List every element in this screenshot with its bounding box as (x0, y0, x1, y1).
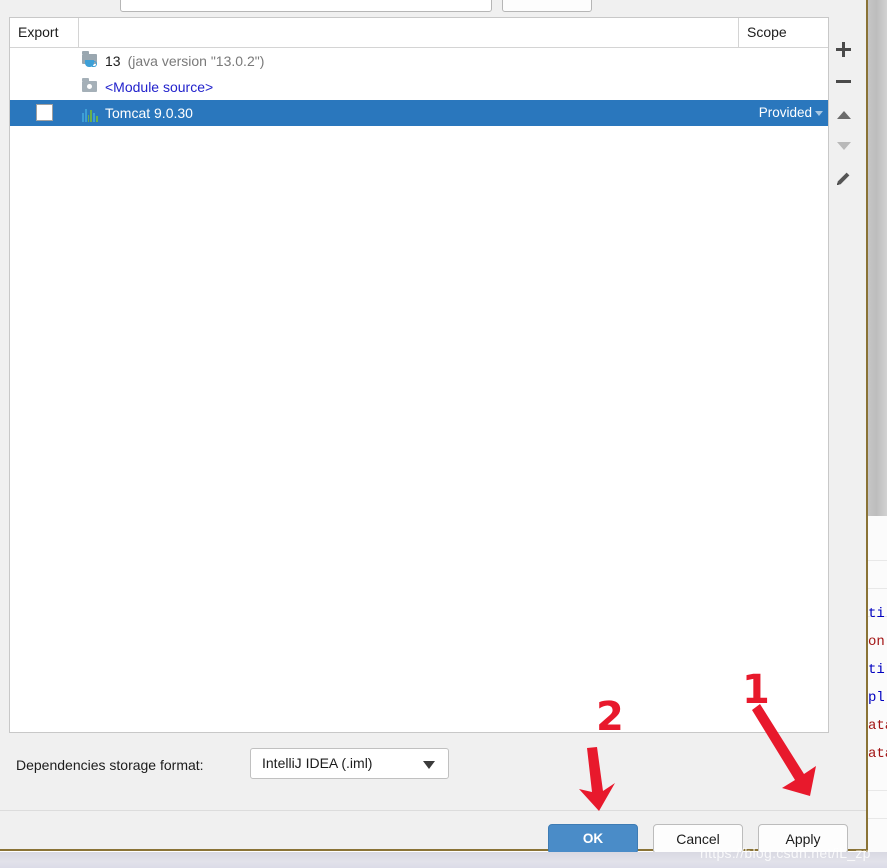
library-icon (82, 104, 98, 122)
editor-scrollbar-thumb[interactable] (868, 0, 887, 516)
code-fragment: ti (868, 606, 885, 622)
annotation-arrow-to-apply (752, 704, 816, 796)
export-checkbox[interactable] (36, 104, 53, 121)
dependency-name-cell: 13 (java version "13.0.2") (78, 48, 264, 74)
table-body: 13 (java version "13.0.2") <Module sourc… (10, 48, 828, 732)
scope-value: Provided (758, 105, 812, 120)
scope-cell[interactable] (738, 48, 829, 74)
apply-button[interactable]: Apply (758, 824, 848, 854)
module-name-input[interactable] (120, 0, 492, 12)
dependencies-storage-bar: Dependencies storage format: IntelliJ ID… (0, 733, 866, 810)
module-dependencies-dialog: Export Scope 13 (java version "13.0.2") (0, 17, 866, 854)
editor-rowline (868, 588, 887, 589)
editor-rowline (868, 790, 887, 791)
export-cell[interactable] (10, 100, 78, 126)
jdk-icon (82, 51, 98, 69)
dependency-name: <Module source> (105, 79, 214, 95)
desktop-background (0, 852, 887, 868)
annotation-number-2: 2 (596, 694, 624, 740)
dependency-name: 13 (105, 53, 121, 69)
code-fragment: on (868, 634, 885, 650)
dialog-top-strip (0, 0, 866, 17)
minus-icon (836, 80, 851, 83)
column-header-scope[interactable]: Scope (738, 18, 829, 47)
arrow-down-icon (837, 142, 851, 150)
export-cell[interactable] (10, 48, 78, 74)
annotation-arrow-to-ok (579, 747, 615, 811)
remove-dependency-button[interactable] (829, 67, 858, 96)
move-up-button[interactable] (829, 100, 858, 129)
top-secondary-button[interactable] (502, 0, 592, 12)
column-header-name[interactable] (78, 18, 738, 47)
editor-rowline (868, 818, 887, 819)
dialog-right-border (866, 0, 868, 852)
code-fragment: ata (868, 746, 887, 762)
add-dependency-button[interactable] (829, 35, 858, 64)
chevron-down-icon (815, 110, 823, 116)
cancel-button[interactable]: Cancel (653, 824, 743, 854)
editor-row-strip (868, 516, 887, 852)
edit-dependency-button[interactable] (829, 164, 858, 193)
pencil-icon (837, 172, 850, 185)
code-fragment: ti (868, 662, 885, 678)
dependencies-table: Export Scope 13 (java version "13.0.2") (9, 17, 829, 733)
editor-rowline (868, 560, 887, 561)
export-cell[interactable] (10, 74, 78, 100)
arrow-up-icon (837, 111, 851, 119)
chevron-down-icon (423, 761, 435, 769)
move-down-button[interactable] (829, 131, 858, 160)
dialog-footer: OK Cancel Apply (0, 811, 866, 854)
module-source-icon (82, 78, 98, 95)
table-row[interactable]: 13 (java version "13.0.2") (10, 48, 828, 74)
scope-cell[interactable]: Provided (738, 100, 829, 126)
table-row[interactable]: <Module source> (10, 74, 828, 100)
scope-cell[interactable] (738, 74, 829, 100)
plus-icon (842, 42, 845, 57)
table-row[interactable]: Tomcat 9.0.30 Provided (10, 100, 828, 126)
dependency-name-cell: <Module source> (78, 74, 213, 100)
dependencies-storage-select[interactable]: IntelliJ IDEA (.iml) (250, 748, 449, 779)
dependencies-storage-label: Dependencies storage format: (16, 757, 204, 773)
ok-button[interactable]: OK (548, 824, 638, 854)
dependencies-toolbar (829, 17, 858, 733)
dependency-name-cell: Tomcat 9.0.30 (78, 100, 193, 126)
code-fragment: pl (868, 690, 885, 706)
dependencies-storage-value: IntelliJ IDEA (.iml) (262, 755, 373, 771)
code-fragment: ata (868, 718, 887, 734)
dependency-name-suffix: (java version "13.0.2") (127, 53, 265, 69)
table-header-row: Export Scope (10, 18, 828, 48)
column-header-export[interactable]: Export (10, 18, 78, 47)
dependency-name: Tomcat 9.0.30 (105, 105, 193, 121)
